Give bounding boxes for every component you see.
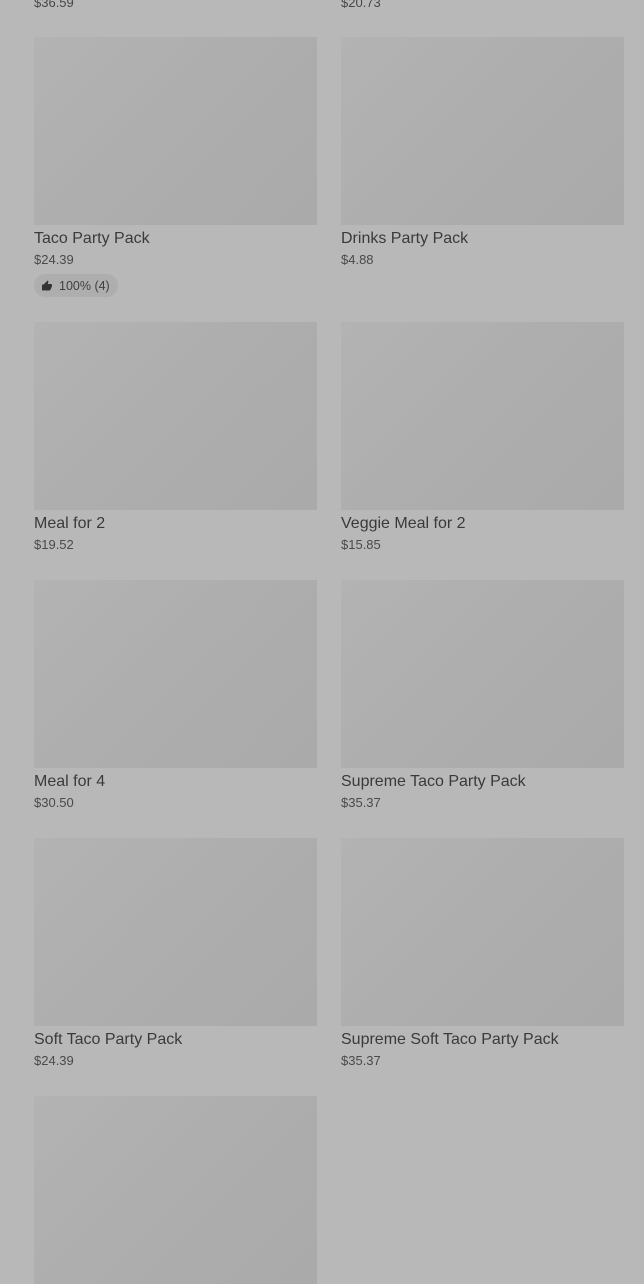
previous-item-price-left: $36.59	[34, 0, 74, 10]
item-price: $35.37	[341, 1053, 381, 1068]
item-image[interactable]	[34, 322, 317, 510]
item-title[interactable]: Meal for 2	[34, 513, 317, 535]
item-image[interactable]	[34, 1096, 317, 1284]
item-image[interactable]	[34, 838, 317, 1026]
item-image[interactable]	[34, 37, 317, 225]
item-image[interactable]	[34, 580, 317, 768]
item-price: $35.37	[341, 795, 381, 810]
menu-item-card[interactable]: Taco Party Pack $24.39 100% (4)	[34, 37, 317, 297]
menu-item-card[interactable]: Drinks Party Pack $4.88	[341, 37, 624, 269]
item-title[interactable]: Meal for 4	[34, 771, 317, 793]
item-price: $19.52	[34, 537, 74, 552]
item-price: $15.85	[341, 537, 381, 552]
item-price: $4.88	[341, 252, 374, 267]
menu-item-card[interactable]: Meal for 2 $19.52	[34, 322, 317, 554]
item-title[interactable]: Supreme Taco Party Pack	[341, 771, 624, 793]
menu-item-card[interactable]: Supreme Soft Taco Party Pack $35.37	[341, 838, 624, 1070]
rating-badge: 100% (4)	[34, 274, 118, 297]
item-title[interactable]: Taco Party Pack	[34, 228, 317, 250]
item-image[interactable]	[341, 37, 624, 225]
menu-item-card[interactable]: Veggie Meal for 2 $15.85	[341, 322, 624, 554]
item-title[interactable]: Drinks Party Pack	[341, 228, 624, 250]
rating-text: 100% (4)	[59, 278, 110, 293]
item-title[interactable]: Supreme Soft Taco Party Pack	[341, 1029, 624, 1051]
item-image[interactable]	[341, 580, 624, 768]
item-title[interactable]: Soft Taco Party Pack	[34, 1029, 317, 1051]
item-title[interactable]: Veggie Meal for 2	[341, 513, 624, 535]
item-image[interactable]	[341, 838, 624, 1026]
previous-item-price-right: $20.73	[341, 0, 381, 10]
item-price: $24.39	[34, 1053, 74, 1068]
item-image[interactable]	[341, 322, 624, 510]
menu-item-card[interactable]: Meal for 4 $30.50	[34, 580, 317, 812]
thumbs-up-icon	[42, 280, 52, 290]
menu-item-card[interactable]: Supreme Taco Party Pack $35.37	[341, 580, 624, 812]
menu-item-card[interactable]: Soft Taco Party Pack $24.39	[34, 838, 317, 1070]
menu-item-card[interactable]	[34, 1096, 317, 1284]
item-price: $24.39	[34, 252, 74, 267]
item-price: $30.50	[34, 795, 74, 810]
